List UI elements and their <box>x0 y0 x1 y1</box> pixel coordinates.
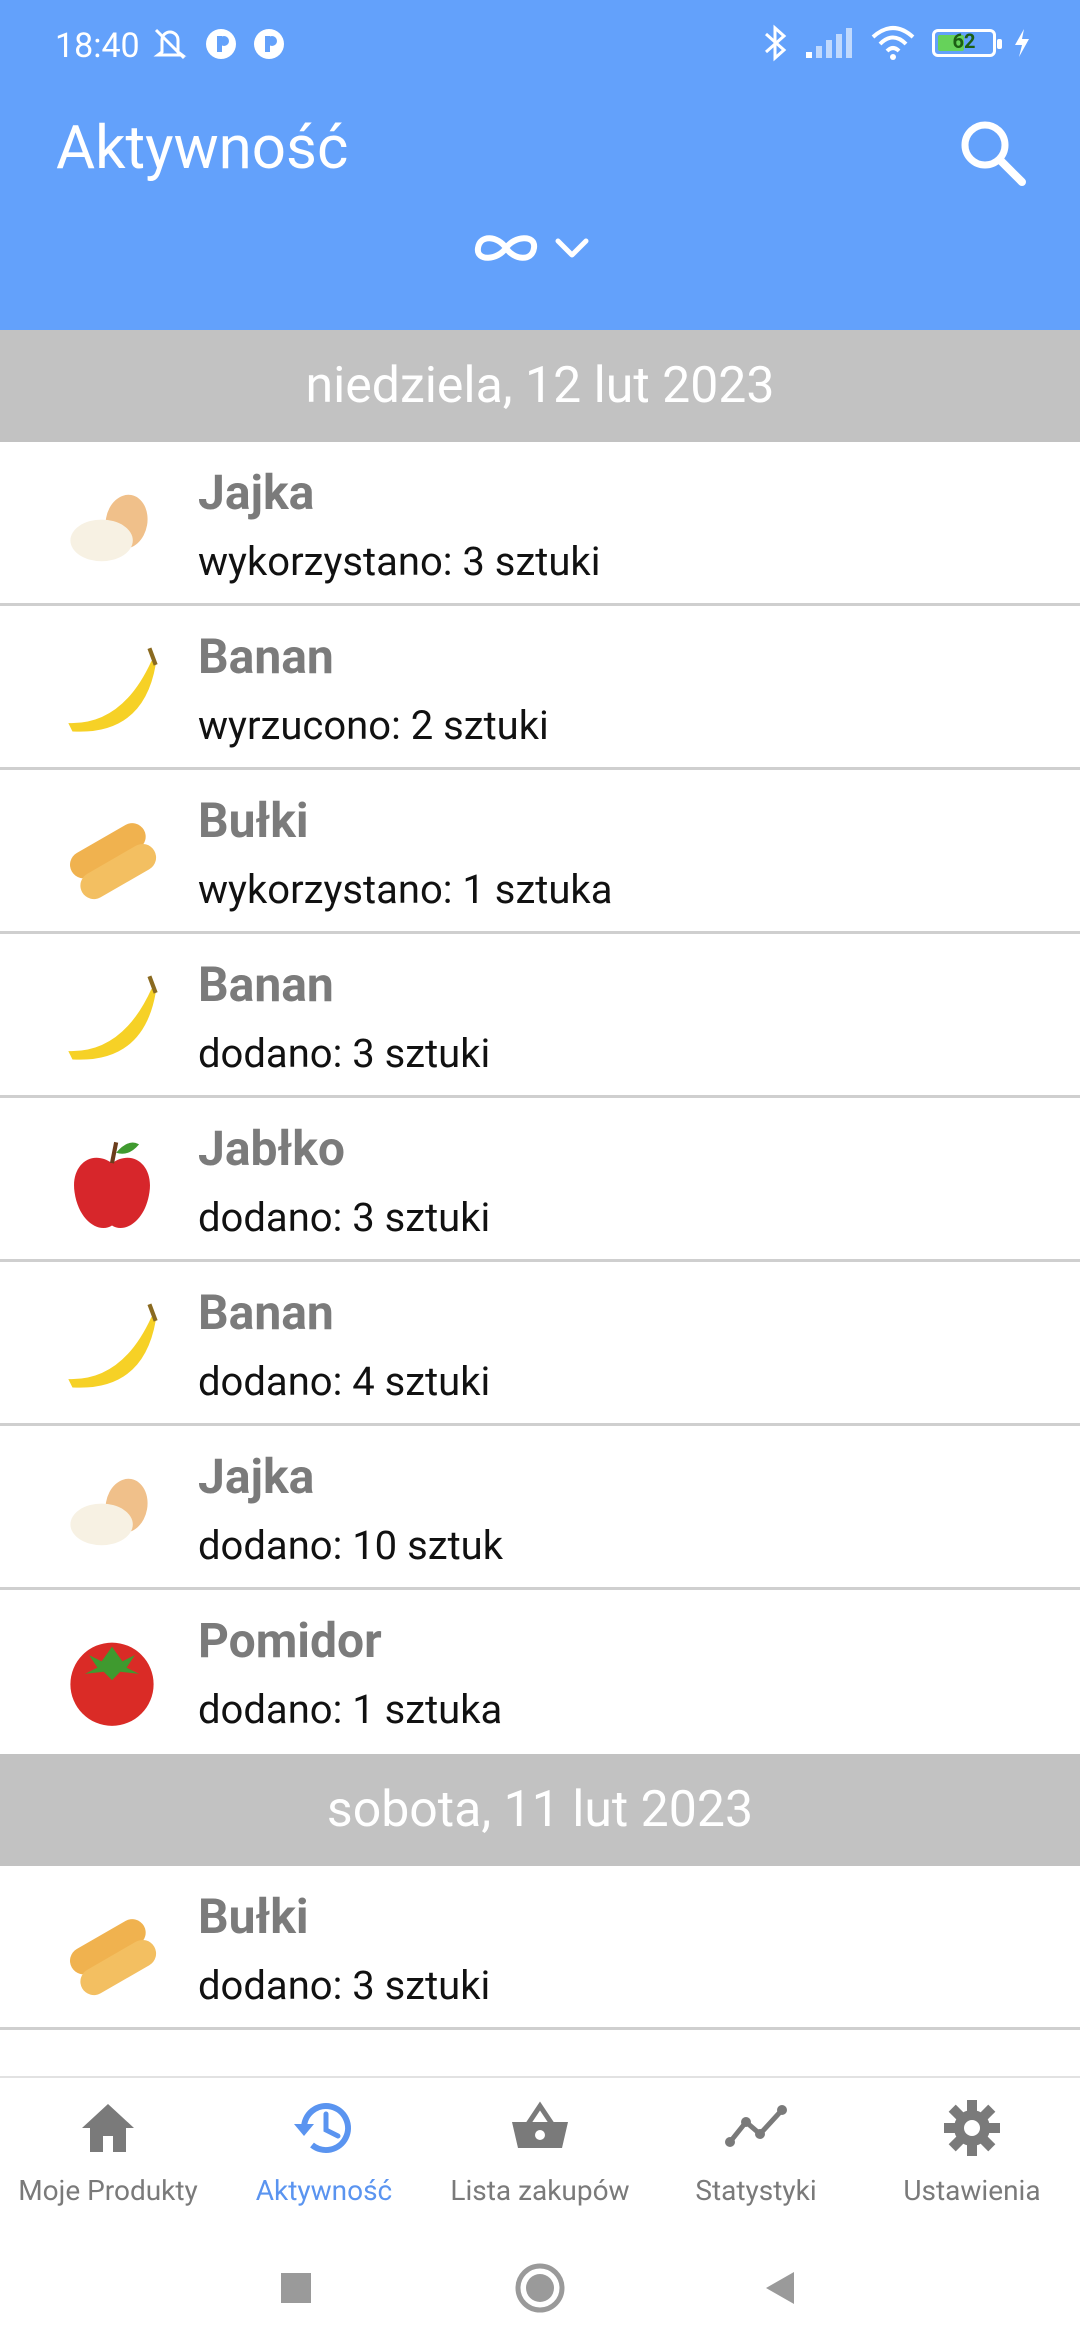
square-icon <box>281 2273 311 2303</box>
product-name: Pomidor <box>198 1612 382 1669</box>
app-header: 18:40 62 Aktywność <box>0 0 1080 330</box>
activity-description: dodano: 4 sztuki <box>198 1358 491 1405</box>
wifi-icon <box>871 26 915 60</box>
home-icon <box>82 2104 134 2152</box>
nav-item-statystyki[interactable]: Statystyki <box>648 2096 864 2207</box>
apple-icon <box>74 1141 150 1229</box>
app-notification-icon <box>206 29 236 59</box>
egg-icon <box>70 1478 148 1546</box>
back-button[interactable] <box>748 2256 812 2320</box>
activity-item[interactable]: Jajka wykorzystano: 3 sztuki <box>0 442 1080 606</box>
product-name: Banan <box>198 628 334 685</box>
nav-item-aktywnosc[interactable]: Aktywność <box>216 2096 432 2207</box>
egg-icon <box>70 494 148 562</box>
nav-item-ustawienia[interactable]: Ustawienia <box>864 2096 1080 2207</box>
signal-icon <box>806 28 852 58</box>
activity-description: dodano: 3 sztuki <box>198 1030 491 1077</box>
activity-item[interactable]: Banan dodano: 4 sztuki <box>0 1262 1080 1426</box>
activity-description: dodano: 3 sztuki <box>198 1962 491 2009</box>
chart-icon <box>725 2105 787 2147</box>
bottom-navigation: Moje Produkty Aktywność Lista zakupów St… <box>0 2076 1080 2238</box>
gear-icon <box>944 2100 1000 2156</box>
back-triangle-icon <box>766 2272 794 2304</box>
search-icon[interactable] <box>952 112 1032 192</box>
product-name: Bułki <box>198 792 309 849</box>
product-name: Jajka <box>198 1448 315 1505</box>
history-icon <box>294 2103 351 2154</box>
status-bar: 18:40 62 <box>0 0 1080 96</box>
tomato-icon <box>70 1642 154 1726</box>
circle-icon <box>515 2263 565 2313</box>
nav-item-moje-produkty[interactable]: Moje Produkty <box>0 2096 216 2207</box>
infinity-icon <box>475 235 537 261</box>
charging-icon <box>1015 29 1029 57</box>
nav-item-lista-zakupow[interactable]: Lista zakupów <box>432 2096 648 2207</box>
banana-icon <box>68 647 158 732</box>
activity-item[interactable]: Pomidor dodano: 1 sztuka <box>0 1590 1080 1754</box>
bluetooth-icon <box>765 24 787 62</box>
activity-item[interactable]: Bułki dodano: 3 sztuki <box>0 1866 1080 2030</box>
chevron-down-icon <box>555 238 589 258</box>
product-name: Banan <box>198 1284 334 1341</box>
product-name: Jajka <box>198 464 315 521</box>
product-name: Bułki <box>198 1888 309 1945</box>
system-navigation-bar <box>0 2236 1080 2340</box>
activity-description: dodano: 3 sztuki <box>198 1194 491 1241</box>
activity-description: dodano: 10 sztuk <box>198 1522 503 1569</box>
battery-icon: 62 <box>932 29 1002 57</box>
date-header: niedziela, 12 lut 2023 <box>0 330 1080 442</box>
activity-item[interactable]: Banan wyrzucono: 2 sztuki <box>0 606 1080 770</box>
activity-item[interactable]: Jajka dodano: 10 sztuk <box>0 1426 1080 1590</box>
app-notification-icon <box>254 29 284 59</box>
activity-item[interactable]: Jabłko dodano: 3 sztuki <box>0 1098 1080 1262</box>
product-name: Jabłko <box>198 1120 345 1177</box>
banana-icon <box>68 975 158 1060</box>
page-title: Aktywność <box>56 112 349 183</box>
activity-description: wykorzystano: 1 sztuka <box>198 866 613 913</box>
mute-icon <box>153 28 187 60</box>
activity-item[interactable]: Bułki wykorzystano: 1 sztuka <box>0 770 1080 934</box>
activity-description: wyrzucono: 2 sztuki <box>198 702 549 749</box>
recents-button[interactable] <box>264 2256 328 2320</box>
activity-item[interactable]: Banan dodano: 3 sztuki <box>0 934 1080 1098</box>
home-button[interactable] <box>508 2256 572 2320</box>
date-header: sobota, 11 lut 2023 <box>0 1754 1080 1866</box>
bread-icon <box>70 1919 157 1996</box>
banana-icon <box>68 1303 158 1388</box>
activity-description: wykorzystano: 3 sztuki <box>198 538 601 585</box>
period-filter[interactable] <box>470 228 590 268</box>
status-time: 18:40 <box>55 26 140 66</box>
bread-icon <box>70 823 157 900</box>
activity-description: dodano: 1 sztuka <box>198 1686 503 1733</box>
basket-icon <box>512 2101 568 2148</box>
product-name: Banan <box>198 956 334 1013</box>
activity-list[interactable]: niedziela, 12 lut 2023 Jajka wykorzystan… <box>0 330 1080 2076</box>
